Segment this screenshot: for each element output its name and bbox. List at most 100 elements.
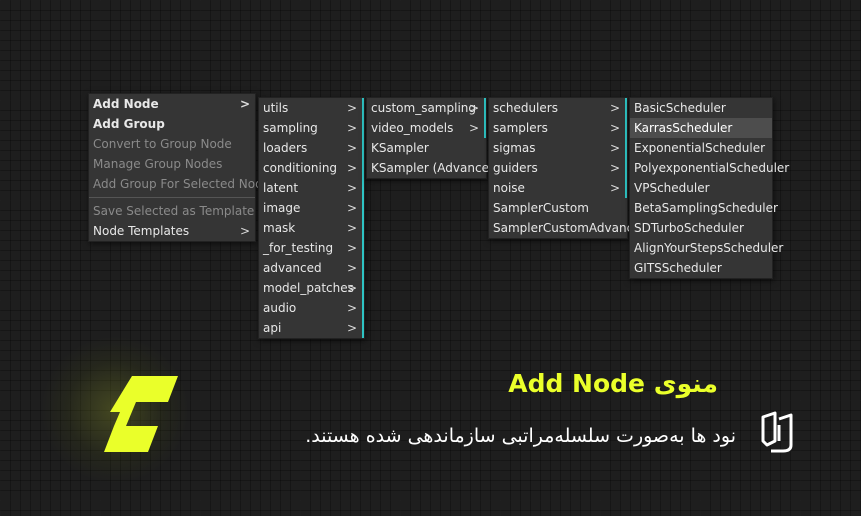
menu-item-label: Convert to Group Node — [93, 137, 232, 151]
menu-item-advanced[interactable]: advanced > — [259, 258, 364, 278]
chevron-right-icon: > — [346, 261, 357, 275]
menu-item-label: utils — [263, 101, 289, 115]
menu-item-sampling[interactable]: sampling > — [259, 118, 364, 138]
chevron-right-icon: > — [239, 97, 250, 111]
chevron-right-icon: > — [468, 101, 479, 115]
menu-item-label: conditioning — [263, 161, 338, 175]
menu-item-add-group[interactable]: Add Group — [89, 114, 255, 134]
menu-item-karrasscheduler[interactable]: KarrasScheduler — [630, 118, 772, 138]
menu-item-label: sigmas — [493, 141, 536, 155]
menu-item-label: schedulers — [493, 101, 558, 115]
menu-item-guiders[interactable]: guiders > — [489, 158, 627, 178]
menu-item-schedulers[interactable]: schedulers > — [489, 98, 627, 118]
chevron-right-icon: > — [609, 161, 620, 175]
chevron-right-icon: > — [346, 161, 357, 175]
menu-item-add-group-for-selected-nodes: Add Group For Selected Nodes — [89, 174, 276, 194]
chevron-right-icon: > — [346, 241, 357, 255]
caption-subtitle: نود ها به‌صورت سلسله‌مراتبی سازماندهی شد… — [305, 425, 736, 447]
menu-item-api[interactable]: api > — [259, 318, 364, 338]
menu-item-label: guiders — [493, 161, 538, 175]
menu-item-save-selected-as-template: Save Selected as Template — [89, 201, 255, 221]
chevron-right-icon: > — [239, 224, 250, 238]
menu-item-label: image — [263, 201, 301, 215]
menu-separator — [89, 197, 255, 198]
menu-item-label: PolyexponentialScheduler — [634, 161, 790, 175]
menu-item-sigmas[interactable]: sigmas > — [489, 138, 627, 158]
caption-title: منوی Add Node — [508, 369, 718, 398]
menu-item-loaders[interactable]: loaders > — [259, 138, 364, 158]
chevron-right-icon: > — [346, 301, 357, 315]
menu-item-noise[interactable]: noise > — [489, 178, 627, 198]
menu-item-label: sampling — [263, 121, 318, 135]
menu-item-custom-sampling[interactable]: custom_sampling > — [367, 98, 486, 118]
menu-item-label: advanced — [263, 261, 322, 275]
sampling-submenu: custom_sampling > video_models > KSampler KSa… — [366, 97, 501, 179]
menu-item-add-node[interactable]: Add Node > — [89, 94, 255, 114]
menu-item-polyexponentialscheduler[interactable]: PolyexponentialScheduler — [630, 158, 789, 178]
menu-item-ksampler-advanced[interactable]: KSampler (Advanced) — [367, 158, 501, 178]
chevron-right-icon: > — [346, 281, 357, 295]
chevron-right-icon: > — [346, 141, 357, 155]
menu-item-label: Add Node — [93, 97, 159, 111]
menu-item-label: Manage Group Nodes — [93, 157, 223, 171]
menu-item-node-templates[interactable]: Node Templates > — [89, 221, 255, 241]
menu-item-vpscheduler[interactable]: VPScheduler — [630, 178, 772, 198]
menu-item-label: AlignYourStepsScheduler — [634, 241, 784, 255]
menu-item-alignyourstepsscheduler[interactable]: AlignYourStepsScheduler — [630, 238, 783, 258]
menu-item-sdturboscheduler[interactable]: SDTurboScheduler — [630, 218, 772, 238]
menu-item-label: video_models — [371, 121, 454, 135]
menu-item-label: SamplerCustom — [493, 201, 589, 215]
chevron-right-icon: > — [609, 121, 620, 135]
menu-item-label: VPScheduler — [634, 181, 710, 195]
menu-item-label: BetaSamplingScheduler — [634, 201, 778, 215]
menu-item-samplers[interactable]: samplers > — [489, 118, 627, 138]
menu-item-label: loaders — [263, 141, 308, 155]
brand-mark-icon — [761, 411, 793, 453]
menu-item-label: KSampler — [371, 141, 429, 155]
menu-item-label: model_patches — [263, 281, 354, 295]
menu-item-betasamplingscheduler[interactable]: BetaSamplingScheduler — [630, 198, 778, 218]
menu-item-samplercustomadvanced[interactable]: SamplerCustomAdvanced — [489, 218, 648, 238]
chevron-right-icon: > — [346, 201, 357, 215]
menu-item-label: noise — [493, 181, 525, 195]
menu-item-for-testing[interactable]: _for_testing > — [259, 238, 364, 258]
menu-item-audio[interactable]: audio > — [259, 298, 364, 318]
menu-item-label: SDTurboScheduler — [634, 221, 744, 235]
menu-item-label: Node Templates — [93, 224, 190, 238]
menu-item-gitsscheduler[interactable]: GITSScheduler — [630, 258, 772, 278]
menu-item-mask[interactable]: mask > — [259, 218, 364, 238]
menu-item-label: ExponentialScheduler — [634, 141, 766, 155]
menu-item-conditioning[interactable]: conditioning > — [259, 158, 364, 178]
chevron-right-icon: > — [346, 221, 357, 235]
menu-item-label: api — [263, 321, 282, 335]
menu-item-exponentialscheduler[interactable]: ExponentialScheduler — [630, 138, 772, 158]
menu-item-label: Add Group For Selected Nodes — [93, 177, 277, 191]
menu-item-manage-group-nodes: Manage Group Nodes — [89, 154, 255, 174]
menu-item-basicscheduler[interactable]: BasicScheduler — [630, 98, 772, 118]
chevron-right-icon: > — [609, 101, 620, 115]
menu-item-samplercustom[interactable]: SamplerCustom — [489, 198, 627, 218]
menu-item-label: GITSScheduler — [634, 261, 722, 275]
menu-item-label: KarrasScheduler — [634, 121, 733, 135]
menu-item-model-patches[interactable]: model_patches > — [259, 278, 364, 298]
chevron-right-icon: > — [468, 121, 479, 135]
chevron-right-icon: > — [346, 181, 357, 195]
menu-item-label: KSampler (Advanced) — [371, 161, 502, 175]
menu-item-latent[interactable]: latent > — [259, 178, 364, 198]
menu-item-video-models[interactable]: video_models > — [367, 118, 486, 138]
menu-item-label: latent — [263, 181, 299, 195]
chevron-right-icon: > — [346, 321, 357, 335]
chevron-right-icon: > — [609, 181, 620, 195]
context-menu-root: Add Node > Add Group Convert to Group Node M… — [88, 93, 276, 242]
menu-item-label: audio — [263, 301, 297, 315]
menu-item-label: samplers — [493, 121, 548, 135]
menu-item-label: custom_sampling — [371, 101, 476, 115]
menu-item-image[interactable]: image > — [259, 198, 364, 218]
menu-item-ksampler[interactable]: KSampler — [367, 138, 486, 158]
menu-item-label: Add Group — [93, 117, 165, 131]
schedulers-submenu: BasicScheduler KarrasScheduler Exponential… — [629, 97, 789, 279]
chevron-right-icon: > — [346, 121, 357, 135]
menu-item-convert-to-group-node: Convert to Group Node — [89, 134, 255, 154]
stylized-c-logo-icon — [104, 376, 178, 452]
menu-item-utils[interactable]: utils > — [259, 98, 364, 118]
